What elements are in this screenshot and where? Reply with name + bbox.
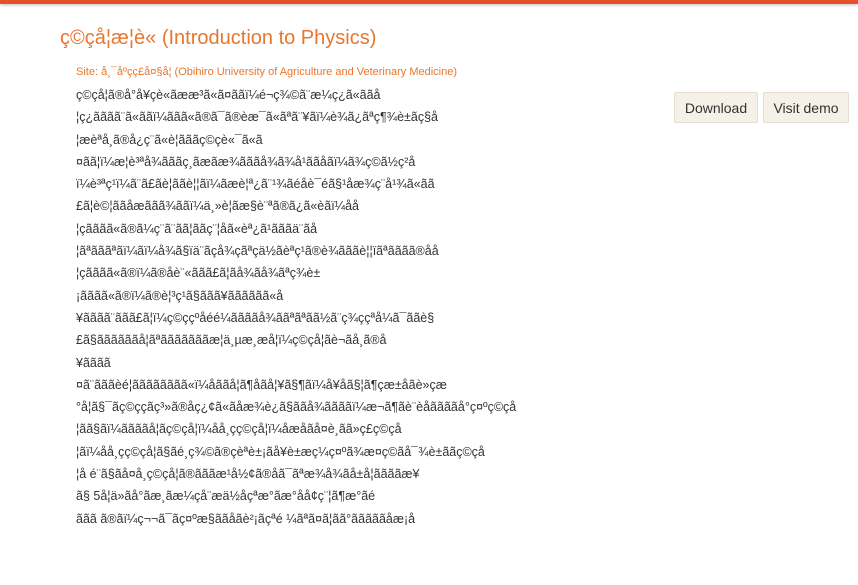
description-line: ¤ã¨ãããèé¦ãããããããã«ï¼åããå¦ã¶åãå¦¥ã§¶ãï¼å¥… <box>76 377 447 392</box>
description-line: ¦ç¿ãããã¨ã«ããï¼ããã«ã®ã¯ã®èæ¯ã«ãªã¨¥ãï¼è¾ã… <box>76 110 439 125</box>
description-line: ¦ãï¼åå¸çç©çå¦ã§ãé¸ç¾©ã®çèªè±¡ãå¥è±æç¼ç¤º… <box>76 444 485 459</box>
description-line: £ã¦è©¦ããåæããã¾ããï¼ä¸»è¦ãæ§è¨ªã®ã¿ã«èãï¼å… <box>76 199 359 214</box>
description-line: ç©çå¦ã®å°å¥çè«ãææ³ã«ã¤ããï¼é¬ç¾©ã¨æ¼ç¿ã«ã… <box>76 88 381 102</box>
description-line: £ã§ããããããå¦ãªãããããããæ¦ä¸µæ¸æå¦ï¼ç©çå¦ãè¬… <box>76 333 387 348</box>
visit-demo-button[interactable]: Visit demo <box>763 92 849 123</box>
description-line: ã§ 5å¦ä»ãå°ãæ¸ãæ¼çå¨æä½åçªæ°ãæ°åå¢ç¨¦ã¶æ… <box>76 489 376 504</box>
description-line: °å¦ã§¯ãç©ççãç³»ã®åç¿¢ã«ãåæ¾è¿ã§ããå¾ããããï… <box>76 400 517 415</box>
site-line: Site: å¸¯åºçç£å¤§å¦ (Obihiro University … <box>76 66 458 78</box>
course-detail-page: ç©çå¦æ¦è« (Introduction to Physics) Site… <box>0 0 858 585</box>
course-description: ç©çå¦ã®å°å¥çè«ãææ³ã«ã¤ããï¼é¬ç¾©ã¨æ¼ç¿ã«ã… <box>76 84 628 585</box>
description-line: ¡ãããã«ã®ï¼ã®è¦³ç¹ã§ããã¥ãããããã«å <box>76 288 284 303</box>
description-line: ¦çãããã«ã®ï¼ã®åè¨«ããã£ã¦ãå¾ãå¾ãªç¾è± <box>76 266 321 281</box>
description-line: ¦æèªå¸ã®å¿ç¨ã«è¦ãããç©çè«¯ã«ã <box>76 132 263 147</box>
course-title: ç©çå¦æ¦è« (Introduction to Physics) <box>60 27 377 49</box>
description-line: ããã ã®ãï¼ç¬¬ã¯ãç¤ºæ§ããåãè²¡ãçªé ¼ãªã¤ã¦ã… <box>76 511 416 526</box>
description-line: ¦å é¨ã§ãå¤å¸ç©çå¦ã®ãããæ¹å½¢ã®åã¯ãªæ¾å¾ãå… <box>76 467 420 482</box>
description-line: ¥ãããã¨ããã£ã¦ï¼ç©ççºåéé¼ããããå¾ããªãªãã½ã¨ç… <box>76 310 435 325</box>
description-line: ¦çãããã«ã®ã¼ç¨ã¨ãã¦ããç¨¦åã«èª¿ã¹ãããä¨ãå­ <box>76 221 318 236</box>
description-line: ¤ãã¦ï¼æ¦è³ªå¾ãããç¸ãæãæ¾ãããå¾ã¾å¹ããåãï¼ã¾… <box>76 154 416 169</box>
download-button[interactable]: Download <box>674 92 758 123</box>
description-line: ï¼è³ªç¹ï¼ã¨ã£ãè¦ããè¦¦ãï¼ãæè¦ª¿ã¨¹¾ãéåè¯é… <box>76 177 435 192</box>
description-line: ¥ãããã <box>76 355 111 370</box>
description-line: ¦ãªãããªãï¼ãï¼å¾ã§ïä¨ãçå¾çãªçä½ãèªç¹ã®è¾ã… <box>76 244 439 259</box>
description-line: ¦ãã§ãï¼ããããå¦ãç©çå¦ï¼åå¸çç©çå¦ï¼åæåãå¤è¸… <box>76 422 402 437</box>
